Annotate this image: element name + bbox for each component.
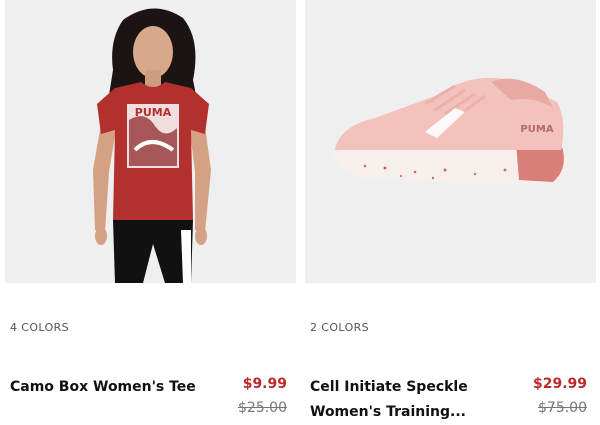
product-image-tee[interactable]: PUMA (5, 0, 296, 283)
model-photo: PUMA (93, 8, 211, 283)
product-name[interactable]: Camo Box Women's Tee (10, 375, 210, 400)
sale-price: $9.99 (242, 376, 287, 392)
original-price: $25.00 (238, 400, 287, 416)
tee-print-logo: PUMA (135, 106, 172, 119)
sale-price: $29.99 (532, 376, 587, 392)
original-price: $75.00 (538, 400, 587, 416)
color-count: 4 COLORS (10, 321, 70, 334)
shoe-photo: PUMA (333, 77, 567, 186)
color-count: 2 COLORS (310, 321, 370, 334)
product-card-cell-initiate[interactable]: PUMA 2 COLORS Cell Initiate Speckle Wome… (305, 0, 596, 424)
shoe-logo: PUMA (520, 124, 553, 135)
product-image-shoe[interactable]: PUMA (305, 0, 596, 283)
product-name-line2: Women's Training... (310, 404, 466, 420)
product-name-line1: Cell Initiate Speckle (310, 379, 468, 395)
product-name[interactable]: Cell Initiate Speckle Women's Training..… (310, 375, 510, 425)
product-card-camo-tee[interactable]: PUMA 4 COLORS Camo Box Women's Tee $9.99… (5, 0, 296, 424)
